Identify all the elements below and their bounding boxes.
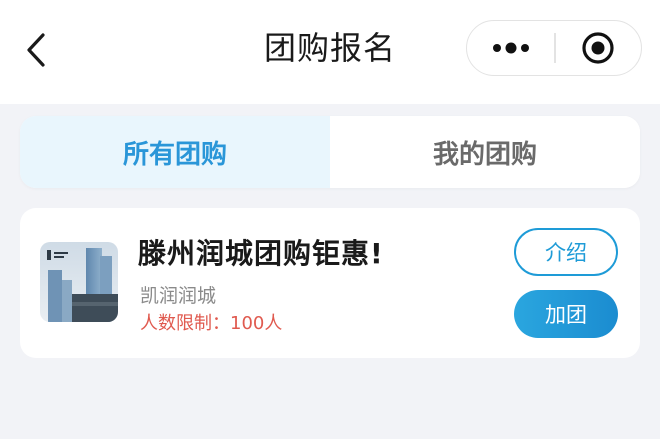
tab-my-groupbuys[interactable]: 我的团购 xyxy=(330,116,640,188)
groupbuy-thumbnail[interactable] xyxy=(40,242,118,322)
tab-bar: 所有团购 我的团购 xyxy=(20,116,640,188)
more-dots-icon xyxy=(493,42,529,53)
nav-bar: 团购报名 xyxy=(0,0,660,104)
mini-program-capsule xyxy=(466,20,642,76)
groupbuy-card[interactable]: 滕州润城团购钜惠! 凯润润城 人数限制：100人 介绍 加团 xyxy=(20,208,640,358)
groupbuy-subtitle: 凯润润城 xyxy=(140,285,217,307)
more-button[interactable] xyxy=(467,21,555,74)
groupbuy-title: 滕州润城团购钜惠! xyxy=(138,237,384,270)
building-thumbnail xyxy=(40,242,118,322)
participant-limit: 人数限制：100人 xyxy=(140,313,283,334)
target-circle-icon xyxy=(582,31,614,64)
tab-all-groupbuys[interactable]: 所有团购 xyxy=(20,116,330,188)
close-button[interactable] xyxy=(555,21,641,74)
join-group-button[interactable]: 加团 xyxy=(514,290,618,338)
intro-button[interactable]: 介绍 xyxy=(514,228,618,276)
